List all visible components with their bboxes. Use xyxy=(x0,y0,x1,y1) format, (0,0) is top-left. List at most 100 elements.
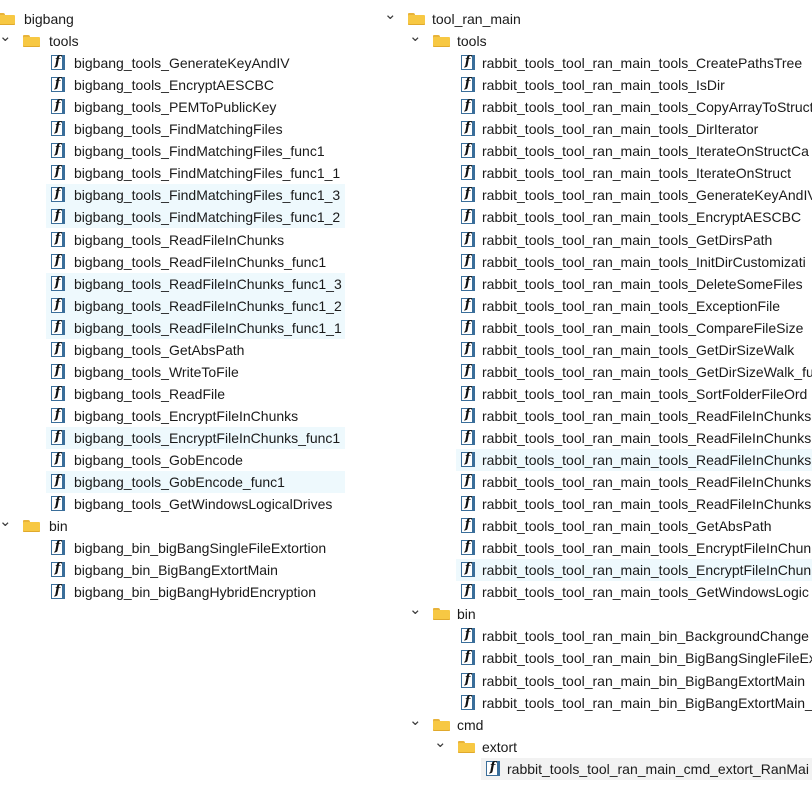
tree-item-row[interactable]: f rabbit_tools_tool_ran_main_tools_DirIte… xyxy=(375,118,812,140)
tree-item-row[interactable]: f rabbit_tools_tool_ran_main_tools_Create… xyxy=(375,52,812,74)
tree-item-row[interactable]: f bigbang_tools_GobEncode_func1 xyxy=(46,471,345,494)
tree-item-row[interactable]: f rabbit_tools_tool_ran_main_cmd_extort_R… xyxy=(481,757,812,780)
function-icon: f xyxy=(461,164,475,181)
function-icon: f xyxy=(51,76,65,93)
tree-item-row[interactable]: f bigbang_tools_FindMatchingFiles_func1 xyxy=(0,140,345,162)
function-icon: f xyxy=(461,253,475,269)
tree-item-row[interactable]: f rabbit_tools_tool_ran_main_tools_InitDi… xyxy=(375,251,812,273)
tree-item-row[interactable]: f bigbang_tools_EncryptFileInChunks_func1 xyxy=(46,426,345,449)
tree-item-row[interactable]: f rabbit_tools_tool_ran_main_bin_Backgrou… xyxy=(375,625,812,647)
tree-item-row[interactable]: f rabbit_tools_tool_ran_main_bin_BigBangE… xyxy=(375,692,812,714)
tree-item-row[interactable]: f rabbit_tools_tool_ran_main_tools_IsDir xyxy=(375,74,812,96)
function-icon: f xyxy=(51,429,65,445)
tree-item-row[interactable]: f rabbit_tools_tool_ran_main_tools_Encryp… xyxy=(375,206,812,228)
chevron-down-icon[interactable]: ⌄ xyxy=(434,732,447,754)
tree-item-row[interactable]: f bigbang_tools_ReadFileInChunks_func1 xyxy=(0,251,345,273)
chevron-down-icon[interactable]: ⌄ xyxy=(0,511,12,533)
tree-item-row[interactable]: f rabbit_tools_tool_ran_main_tools_GetWin… xyxy=(375,581,812,603)
tree-item-row[interactable]: f bigbang_tools_FindMatchingFiles_func1_1 xyxy=(0,162,345,184)
tree-item-row[interactable]: f bigbang_tools_GenerateKeyAndIV xyxy=(0,52,345,74)
function-icon: f xyxy=(461,517,475,534)
tree-item-row[interactable]: f rabbit_tools_tool_ran_main_tools_GetDir… xyxy=(375,229,812,251)
tree-item-label: tool_ran_main xyxy=(432,11,521,27)
chevron-down-icon[interactable]: ⌄ xyxy=(409,599,422,621)
tree-item-label: bigbang xyxy=(24,11,74,27)
tree-item-row[interactable]: f bigbang_tools_WriteToFile xyxy=(0,361,345,383)
function-icon: f xyxy=(461,142,475,159)
tree-item-row[interactable]: f bigbang_tools_PEMToPublicKey xyxy=(0,96,345,118)
tree-item-label: rabbit_tools_tool_ran_main_tools_GetAbsP… xyxy=(482,518,772,535)
tree-item-row[interactable]: f bigbang_bin_BigBangExtortMain xyxy=(0,559,345,581)
tree-item-row[interactable]: f bigbang_tools_ReadFileInChunks_func1_1 xyxy=(46,316,345,339)
tree-item-row[interactable]: f bigbang_tools_ReadFile xyxy=(0,383,345,405)
function-icon: f xyxy=(51,275,65,291)
tree-item-row[interactable]: f rabbit_tools_tool_ran_main_tools_Except… xyxy=(375,295,812,317)
tree-folder-row[interactable]: ⌄ bin xyxy=(375,601,812,625)
tree-item-row[interactable]: f rabbit_tools_tool_ran_main_tools_Compar… xyxy=(375,317,812,339)
tree-item-row[interactable]: f rabbit_tools_tool_ran_main_tools_Genera… xyxy=(375,184,812,206)
tree-item-row[interactable]: f rabbit_tools_tool_ran_main_tools_CopyAr… xyxy=(375,96,812,118)
function-icon: f xyxy=(461,186,475,203)
function-icon: f xyxy=(51,561,65,578)
tree-item-row[interactable]: f rabbit_tools_tool_ran_main_tools_ReadFi… xyxy=(456,449,812,471)
tree-item-row[interactable]: f bigbang_bin_bigBangSingleFileExtortion xyxy=(0,537,345,559)
tree-item-label: rabbit_tools_tool_ran_main_tools_Generat… xyxy=(482,187,812,204)
tree-item-row[interactable]: f bigbang_bin_bigBangHybridEncryption xyxy=(0,581,345,603)
tree-item-label: rabbit_tools_tool_ran_main_tools_Iterate… xyxy=(482,143,809,160)
function-icon: f xyxy=(51,98,65,115)
tree-item-label: rabbit_tools_tool_ran_main_tools_Encrypt… xyxy=(482,209,802,226)
tree-item-label: rabbit_tools_tool_ran_main_tools_GetWind… xyxy=(482,584,809,601)
tree-item-label: rabbit_tools_tool_ran_main_tools_ReadFil… xyxy=(482,407,812,424)
tree-item-row[interactable]: f bigbang_tools_GetWindowsLogicalDrives xyxy=(0,493,345,515)
tree-item-row[interactable]: f bigbang_tools_FindMatchingFiles xyxy=(0,118,345,140)
folder-icon xyxy=(433,608,450,621)
chevron-down-icon[interactable]: ⌄ xyxy=(0,26,12,48)
tree-item-label: rabbit_tools_tool_ran_main_bin_BigBangEx… xyxy=(482,672,805,689)
tree-item-row[interactable]: f bigbang_tools_ReadFileInChunks_func1_2 xyxy=(46,294,345,317)
tree-item-row[interactable]: f rabbit_tools_tool_ran_main_tools_ReadFi… xyxy=(375,427,812,449)
function-icon: f xyxy=(51,407,65,423)
tree-folder-row[interactable]: ⌄ bin xyxy=(0,513,345,537)
tree-item-row[interactable]: f rabbit_tools_tool_ran_main_tools_Iterat… xyxy=(375,140,812,162)
tree-item-row[interactable]: f rabbit_tools_tool_ran_main_tools_GetDir… xyxy=(375,361,812,383)
tree-item-row[interactable]: f bigbang_tools_FindMatchingFiles_func1_3 xyxy=(46,184,345,207)
tree-folder-row[interactable]: ⌄ tools xyxy=(375,28,812,52)
tree-item-row[interactable]: f rabbit_tools_tool_ran_main_tools_Encryp… xyxy=(456,559,812,582)
folder-icon xyxy=(458,740,475,753)
tree-item-row[interactable]: f rabbit_tools_tool_ran_main_bin_BigBangS… xyxy=(375,647,812,669)
function-icon: f xyxy=(51,164,65,181)
tree-item-row[interactable]: f bigbang_tools_ReadFileInChunks xyxy=(0,229,345,251)
tree-item-row[interactable]: f bigbang_tools_EncryptAESCBC xyxy=(0,74,345,96)
tree-item-row[interactable]: f rabbit_tools_tool_ran_main_tools_ReadFi… xyxy=(375,405,812,427)
tree-item-row[interactable]: f bigbang_tools_GetAbsPath xyxy=(0,339,345,361)
tree-folder-row[interactable]: ⌄ tools xyxy=(0,28,345,52)
tree-item-row[interactable]: f rabbit_tools_tool_ran_main_tools_ReadFi… xyxy=(375,493,812,515)
tree-item-row[interactable]: f bigbang_tools_GobEncode xyxy=(0,449,345,471)
tree-item-row[interactable]: f bigbang_tools_ReadFileInChunks_func1_3 xyxy=(46,272,345,295)
tree-item-row[interactable]: f rabbit_tools_tool_ran_main_tools_SortFo… xyxy=(375,383,812,405)
tree-folder-row[interactable]: ›bigbang xyxy=(0,8,345,30)
tree-item-row[interactable]: f rabbit_tools_tool_ran_main_tools_Iterat… xyxy=(375,162,812,184)
tree-folder-row[interactable]: ⌄ extort xyxy=(375,734,812,758)
chevron-down-icon[interactable]: ⌄ xyxy=(409,710,422,732)
tree-item-row[interactable]: f rabbit_tools_tool_ran_main_tools_GetDir… xyxy=(375,339,812,361)
tree-item-row[interactable]: f bigbang_tools_FindMatchingFiles_func1_2 xyxy=(46,206,345,229)
tree-item-label: bigbang_tools_ReadFileInChunks_func1_1 xyxy=(74,319,342,336)
chevron-down-icon[interactable]: ⌄ xyxy=(409,26,422,48)
folder-icon xyxy=(433,35,450,48)
tree-item-row[interactable]: f bigbang_tools_EncryptFileInChunks xyxy=(0,405,345,427)
chevron-down-icon[interactable]: ⌄ xyxy=(384,4,397,26)
tree-folder-row[interactable]: ⌄ tool_ran_main xyxy=(375,6,812,30)
tree-item-row[interactable]: f rabbit_tools_tool_ran_main_bin_BigBangE… xyxy=(375,670,812,692)
tree-item-row[interactable]: f rabbit_tools_tool_ran_main_tools_Delete… xyxy=(375,273,812,295)
tree-item-row[interactable]: f rabbit_tools_tool_ran_main_tools_GetAbs… xyxy=(375,515,812,537)
tree-item-label: bigbang_tools_WriteToFile xyxy=(74,363,239,380)
tree-item-label: bigbang_tools_ReadFileInChunks_func1 xyxy=(74,253,327,270)
function-icon: f xyxy=(461,407,475,423)
function-icon: f xyxy=(461,363,475,379)
function-icon: f xyxy=(461,385,475,401)
tree-item-label: rabbit_tools_tool_ran_main_tools_ReadFil… xyxy=(482,474,812,491)
tree-item-row[interactable]: f rabbit_tools_tool_ran_main_tools_Encryp… xyxy=(375,537,812,559)
tree-item-row[interactable]: f rabbit_tools_tool_ran_main_tools_ReadFi… xyxy=(375,471,812,493)
tree-item-label: bigbang_tools_ReadFileInChunks_func1_3 xyxy=(74,275,342,292)
